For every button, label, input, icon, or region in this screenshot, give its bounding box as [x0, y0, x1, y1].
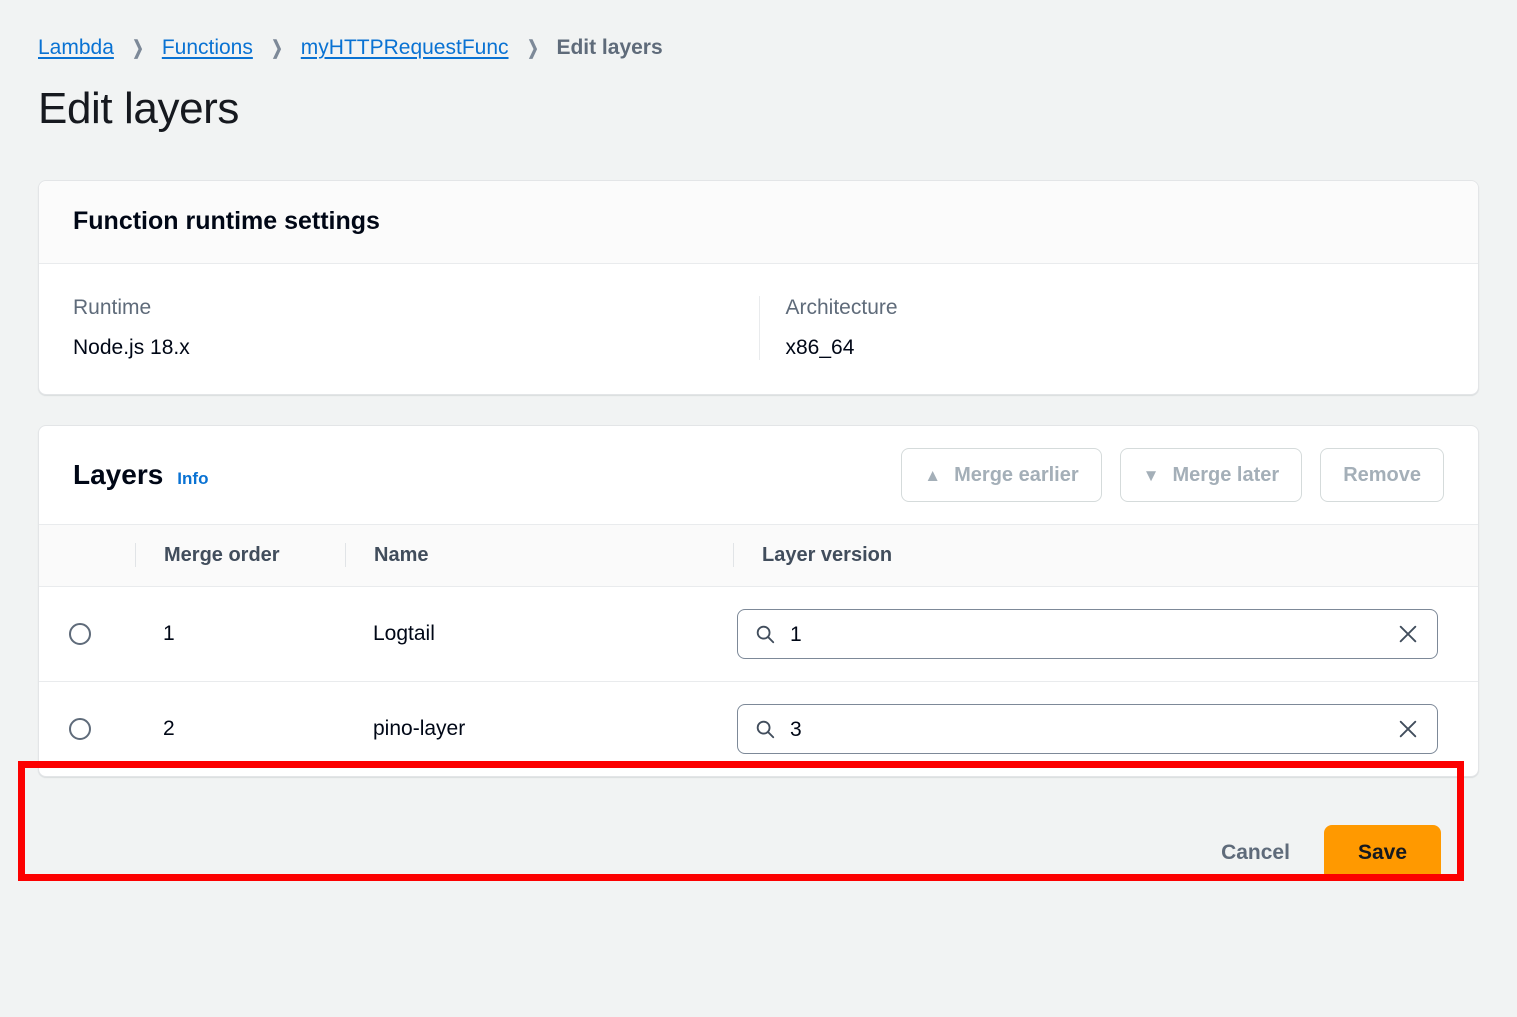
- triangle-down-icon: ▼: [1143, 467, 1160, 484]
- save-button[interactable]: Save: [1324, 825, 1441, 881]
- layer-version-search-input-logtail[interactable]: 1: [737, 609, 1438, 659]
- runtime-card-title: Function runtime settings: [73, 207, 1444, 236]
- cancel-button[interactable]: Cancel: [1199, 827, 1312, 879]
- row-name-cell: Logtail: [345, 587, 733, 682]
- row-radio-logtail[interactable]: [69, 623, 91, 645]
- breadcrumb-item-current: Edit layers: [556, 36, 662, 60]
- breadcrumb-item-functions[interactable]: Functions: [162, 36, 253, 60]
- merge-later-label: Merge later: [1172, 464, 1279, 487]
- column-header-select: [39, 525, 135, 587]
- breadcrumb-separator-icon: ❯: [271, 39, 282, 58]
- table-header-row: Merge order Name Layer version: [39, 525, 1478, 587]
- layer-name-value: pino-layer: [345, 717, 465, 740]
- breadcrumb-item-function-name[interactable]: myHTTPRequestFunc: [301, 36, 509, 60]
- architecture-field: Architecture x86_64: [759, 296, 1445, 360]
- runtime-value: Node.js 18.x: [73, 336, 735, 360]
- runtime-field: Runtime Node.js 18.x: [73, 296, 759, 360]
- layers-header-actions: ▲ Merge earlier ▼ Merge later Remove: [901, 448, 1444, 502]
- form-actions: Cancel Save: [0, 777, 1517, 881]
- layers-table-body: 1 Logtail 1: [39, 587, 1478, 777]
- breadcrumb-item-lambda[interactable]: Lambda: [38, 36, 114, 60]
- row-layer-version-cell: 3: [733, 682, 1478, 777]
- row-merge-order-cell: 2: [135, 682, 345, 777]
- close-icon[interactable]: [1393, 619, 1423, 649]
- column-header-name: Name: [345, 525, 733, 587]
- merge-order-value: 2: [135, 717, 175, 740]
- search-icon: [754, 718, 776, 740]
- architecture-value: x86_64: [786, 336, 1421, 360]
- merge-earlier-button[interactable]: ▲ Merge earlier: [901, 448, 1101, 502]
- close-icon[interactable]: [1393, 714, 1423, 744]
- runtime-label: Runtime: [73, 296, 735, 320]
- triangle-up-icon: ▲: [924, 467, 941, 484]
- layers-info-link[interactable]: Info: [177, 469, 208, 489]
- remove-button[interactable]: Remove: [1320, 448, 1444, 502]
- search-icon: [754, 623, 776, 645]
- breadcrumb-separator-icon: ❯: [527, 39, 538, 58]
- layer-version-value: 3: [790, 719, 1393, 740]
- merge-order-value: 1: [135, 622, 175, 645]
- column-header-layer-version: Layer version: [733, 525, 1478, 587]
- layer-version-search-input-pino-layer[interactable]: 3: [737, 704, 1438, 754]
- merge-later-button[interactable]: ▼ Merge later: [1120, 448, 1303, 502]
- layers-title: Layers: [73, 459, 163, 491]
- row-radio-pino-layer[interactable]: [69, 718, 91, 740]
- runtime-card-header: Function runtime settings: [39, 181, 1478, 264]
- layer-name-value: Logtail: [345, 622, 435, 645]
- layers-table-head: Merge order Name Layer version: [39, 525, 1478, 587]
- table-row: 2 pino-layer 3: [39, 682, 1478, 777]
- layers-header-left: Layers Info: [73, 459, 208, 491]
- row-select-cell: [39, 682, 135, 777]
- table-row: 1 Logtail 1: [39, 587, 1478, 682]
- function-runtime-settings-card: Function runtime settings Runtime Node.j…: [38, 180, 1479, 395]
- merge-earlier-label: Merge earlier: [954, 464, 1079, 487]
- remove-label: Remove: [1343, 464, 1421, 487]
- row-name-cell: pino-layer: [345, 682, 733, 777]
- layers-table: Merge order Name Layer version 1 Logtail: [39, 524, 1478, 776]
- column-header-merge-order: Merge order: [135, 525, 345, 587]
- layer-version-value: 1: [790, 624, 1393, 645]
- architecture-label: Architecture: [786, 296, 1421, 320]
- edit-layers-page: Lambda ❯ Functions ❯ myHTTPRequestFunc ❯…: [0, 0, 1517, 1017]
- runtime-card-body: Runtime Node.js 18.x Architecture x86_64: [39, 264, 1478, 394]
- breadcrumb-separator-icon: ❯: [132, 39, 143, 58]
- row-select-cell: [39, 587, 135, 682]
- layers-card: Layers Info ▲ Merge earlier ▼ Merge late…: [38, 425, 1479, 777]
- layers-card-header: Layers Info ▲ Merge earlier ▼ Merge late…: [39, 426, 1478, 524]
- row-layer-version-cell: 1: [733, 587, 1478, 682]
- row-merge-order-cell: 1: [135, 587, 345, 682]
- page-title: Edit layers: [0, 66, 1517, 134]
- breadcrumb: Lambda ❯ Functions ❯ myHTTPRequestFunc ❯…: [0, 0, 1517, 66]
